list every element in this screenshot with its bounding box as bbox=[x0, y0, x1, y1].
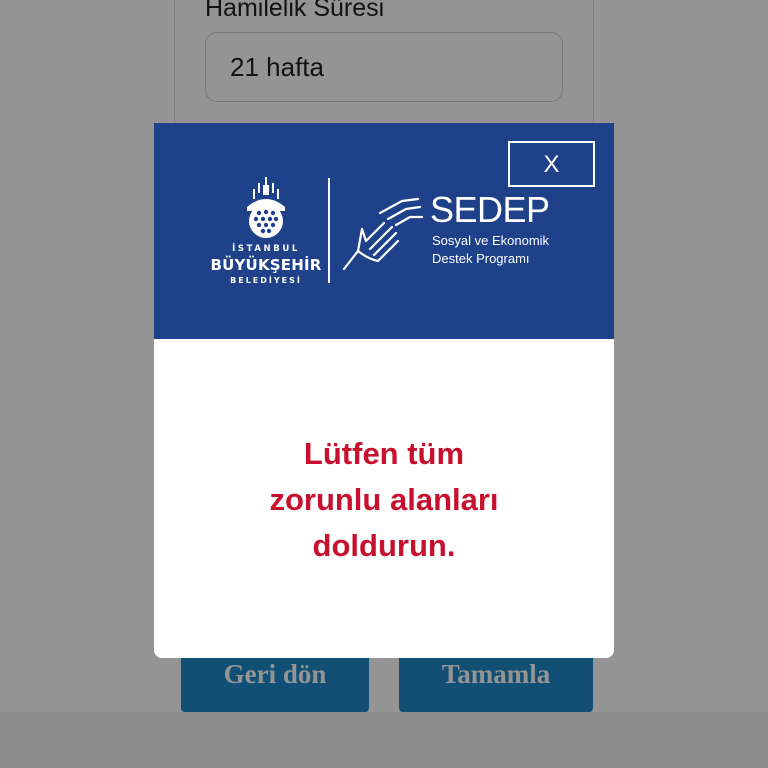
logo-divider bbox=[328, 178, 330, 283]
helping-hands-icon bbox=[342, 197, 424, 271]
error-message: Lütfen tüm zorunlu alanları doldurun. bbox=[184, 431, 584, 569]
ibb-emblem-icon bbox=[247, 177, 285, 238]
ibb-logo-line2: BÜYÜKŞEHİR bbox=[210, 256, 322, 274]
close-button[interactable]: X bbox=[508, 141, 595, 187]
error-message-line3: doldurun. bbox=[312, 528, 456, 563]
modal-header: X İSTANBUL BÜYÜKŞEHİR BELEDİYESİ SEDEP S… bbox=[154, 123, 614, 339]
sedep-title: SEDEP bbox=[430, 189, 550, 230]
ibb-logo-line1: İSTANBUL bbox=[232, 244, 300, 254]
sedep-subtitle-line2: Destek Programı bbox=[432, 251, 530, 266]
ibb-logo-line3: BELEDİYESİ bbox=[230, 276, 302, 285]
error-message-line2: zorunlu alanları bbox=[269, 482, 499, 517]
close-icon: X bbox=[543, 151, 560, 178]
alert-modal: X İSTANBUL BÜYÜKŞEHİR BELEDİYESİ SEDEP S… bbox=[154, 123, 614, 658]
sedep-subtitle-line1: Sosyal ve Ekonomik bbox=[432, 233, 550, 248]
error-message-line1: Lütfen tüm bbox=[303, 436, 465, 471]
ibb-logo: İSTANBUL BÜYÜKŞEHİR BELEDİYESİ bbox=[206, 177, 326, 287]
